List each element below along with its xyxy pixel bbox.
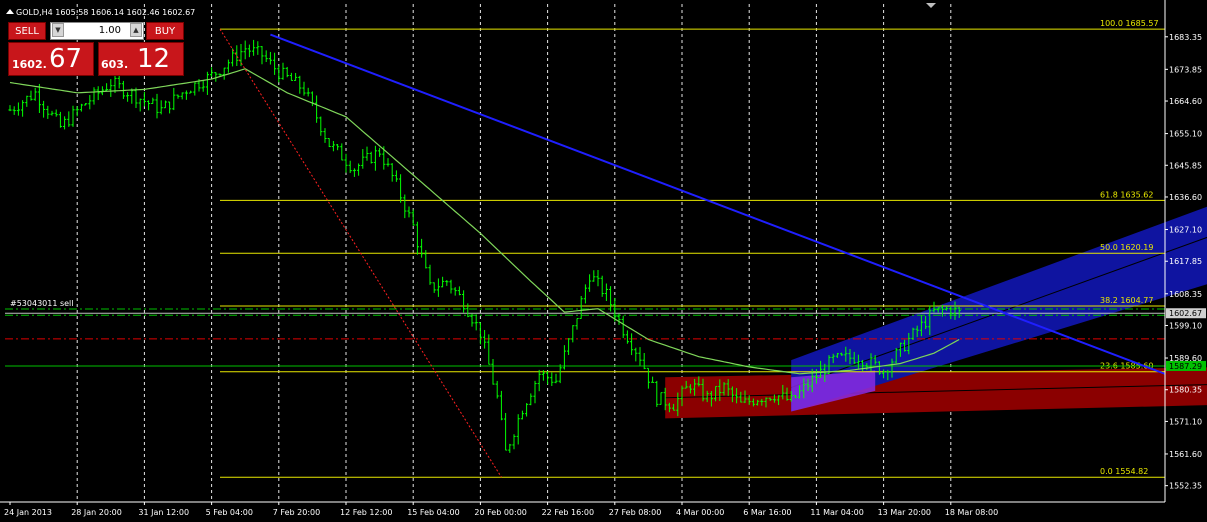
y-tick-label: 1608.35 [1169, 290, 1202, 299]
axes: 1683.35 1673.85 1664.60 1655.10 1645.85 1636.… [0, 0, 1206, 517]
x-tick-label: 7 Feb 20:00 [273, 508, 320, 517]
y-tick-label: 1599.10 [1169, 321, 1202, 330]
y-tick-label: 1645.85 [1169, 161, 1202, 170]
y-tick-label: 1617.85 [1169, 257, 1202, 266]
y-tick-label: 1561.60 [1169, 450, 1202, 459]
x-tick-label: 15 Feb 04:00 [407, 508, 459, 517]
x-tick-label: 4 Mar 00:00 [676, 508, 724, 517]
y-tick-label: 1571.10 [1169, 417, 1202, 426]
y-tick-label: 1664.60 [1169, 97, 1202, 106]
x-tick-label: 13 Mar 20:00 [878, 508, 931, 517]
y-tick-label: 1580.35 [1169, 386, 1202, 395]
price-chart[interactable]: 100.0 1685.57 61.8 1635.62 50.0 1620.19 38.… [0, 0, 1207, 522]
buy-price-prefix: 603. [101, 58, 129, 71]
x-tick-label: 5 Feb 04:00 [206, 508, 253, 517]
x-tick-label: 12 Feb 12:00 [340, 508, 392, 517]
buy-button[interactable]: BUY [146, 22, 184, 40]
order-label: #53043011 sell [10, 299, 74, 308]
y-tick-label: 1636.60 [1169, 193, 1202, 202]
red-regression-channel [665, 367, 1207, 419]
lot-decrease-icon[interactable]: ▼ [52, 23, 64, 37]
x-tick-label: 20 Feb 00:00 [474, 508, 526, 517]
price-tag-label-green: 1587.29 [1169, 362, 1202, 371]
fib-level-label: 61.8 1635.62 [1100, 190, 1153, 199]
buy-price-quote[interactable]: 603. 12 [98, 42, 184, 76]
sell-button[interactable]: SELL [8, 22, 46, 40]
sell-price-pips: 67 [49, 44, 83, 74]
chart-title: GOLD,H4 1605.58 1606.14 1602.46 1602.67 [16, 8, 195, 17]
x-tick-label: 24 Jan 2013 [4, 508, 52, 517]
sell-price-quote[interactable]: 1602. 67 [8, 42, 94, 76]
x-tick-label: 22 Feb 16:00 [542, 508, 594, 517]
collapse-icon[interactable] [6, 9, 14, 14]
x-tick-label: 31 Jan 12:00 [138, 508, 189, 517]
price-tag-label-bid: 1602.67 [1169, 309, 1202, 318]
buy-price-pips: 12 [137, 44, 171, 74]
fib-level-label: 38.2 1604.77 [1100, 296, 1153, 305]
y-tick-label: 1683.35 [1169, 33, 1202, 42]
y-tick-label: 1673.85 [1169, 65, 1202, 74]
y-tick-label: 1627.10 [1169, 226, 1202, 235]
fib-level-label: 100.0 1685.57 [1100, 19, 1159, 28]
y-tick-label: 1655.10 [1169, 130, 1202, 139]
fib-level-label: 50.0 1620.19 [1100, 243, 1153, 252]
x-tick-label: 28 Jan 20:00 [71, 508, 122, 517]
x-tick-label: 6 Mar 16:00 [743, 508, 791, 517]
x-tick-label: 18 Mar 08:00 [945, 508, 998, 517]
x-tick-label: 11 Mar 04:00 [810, 508, 863, 517]
shift-marker-icon[interactable] [926, 3, 936, 8]
fib-level-label: 0.0 1554.82 [1100, 467, 1148, 476]
one-click-trade-panel: SELL 1.00 ▼ ▲ BUY 1602. 67 603. 12 [8, 22, 184, 76]
x-tick-label: 27 Feb 08:00 [609, 508, 661, 517]
sell-price-prefix: 1602. [12, 58, 47, 71]
lot-increase-icon[interactable]: ▲ [130, 23, 142, 37]
y-tick-label: 1552.35 [1169, 482, 1202, 491]
